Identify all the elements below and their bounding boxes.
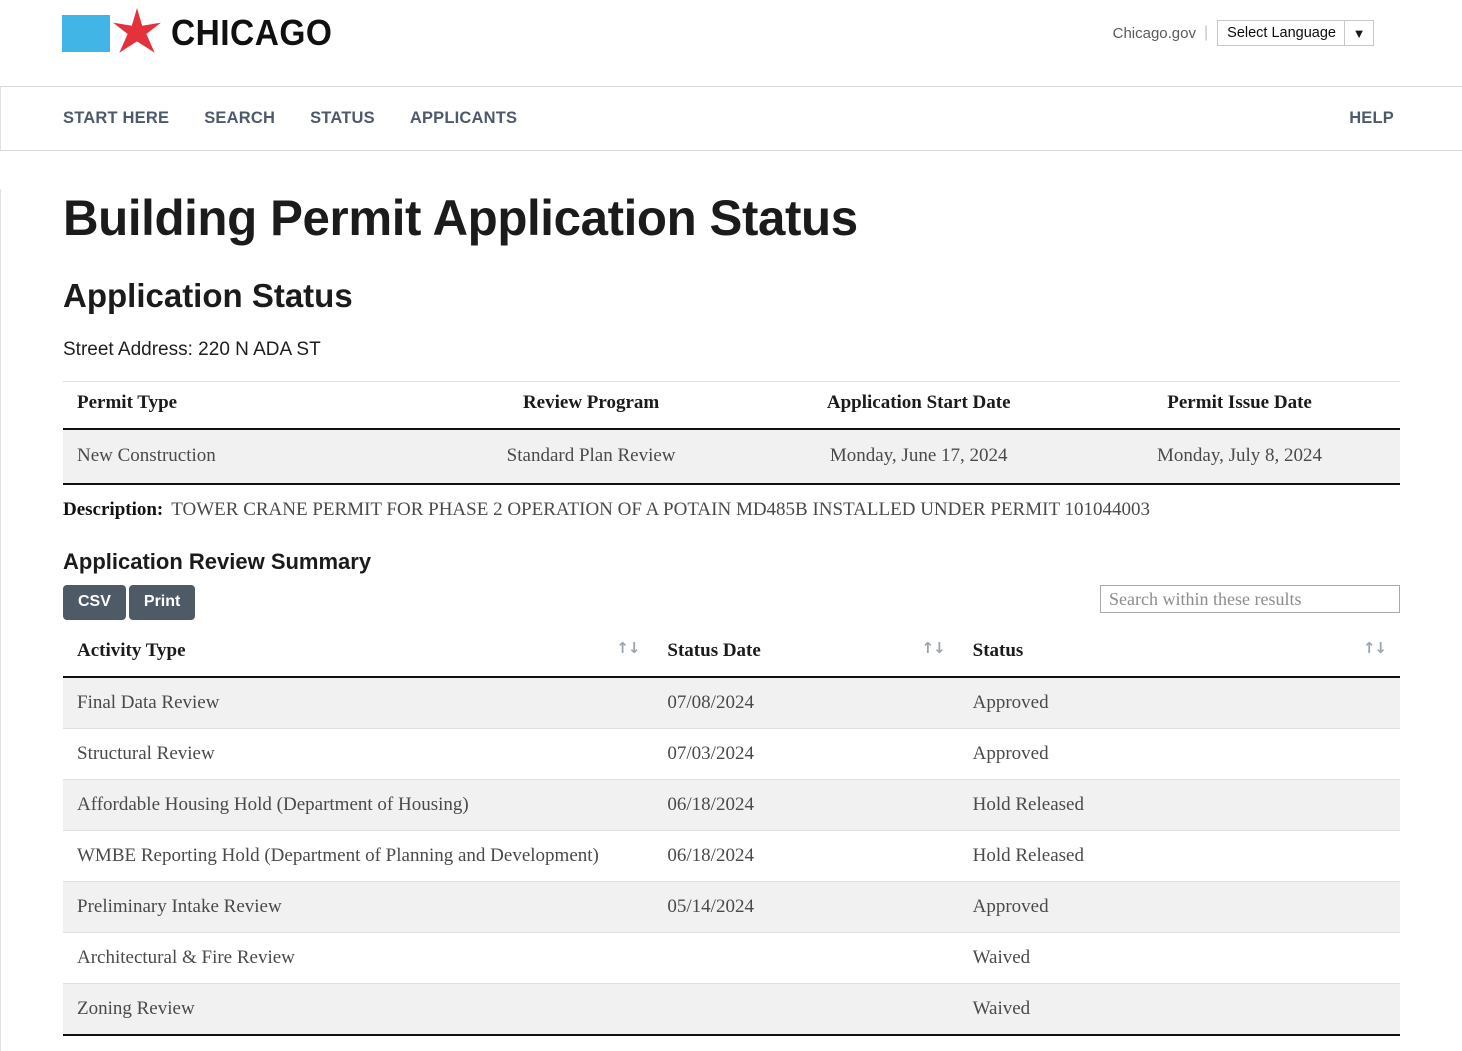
activity-table-header-row: Activity Type ↑↓ Status Date ↑↓ Status ↑… bbox=[63, 632, 1400, 678]
main-content: Building Permit Application Status Appli… bbox=[0, 189, 1462, 1051]
nav-item-search[interactable]: SEARCH bbox=[204, 109, 275, 128]
activity-header-status-date[interactable]: Status Date ↑↓ bbox=[653, 632, 959, 678]
activity-cell-status: Waived bbox=[958, 983, 1400, 1036]
sort-arrows-icon[interactable]: ↑↓ bbox=[616, 639, 640, 657]
activity-cell-type: Affordable Housing Hold (Department of H… bbox=[63, 779, 654, 831]
activity-cell-date: 06/18/2024 bbox=[653, 779, 959, 831]
activity-cell-type: Zoning Review bbox=[63, 983, 654, 1036]
table-row: Structural Review 07/03/2024 Approved bbox=[63, 728, 1400, 780]
activity-cell-date: 06/18/2024 bbox=[653, 830, 959, 882]
sort-arrows-icon[interactable]: ↑↓ bbox=[1363, 639, 1387, 657]
permit-cell-review-program: Standard Plan Review bbox=[423, 429, 759, 485]
table-toolbar: CSV Print bbox=[63, 585, 1400, 620]
activity-cell-date bbox=[653, 983, 959, 1036]
nav-item-help[interactable]: HELP bbox=[1349, 109, 1400, 128]
activity-header-status-date-label: Status Date bbox=[667, 640, 761, 661]
table-row: Affordable Housing Hold (Department of H… bbox=[63, 779, 1400, 831]
permit-summary-table: Permit Type Review Program Application S… bbox=[63, 381, 1400, 485]
description-text: TOWER CRANE PERMIT FOR PHASE 2 OPERATION… bbox=[171, 499, 1150, 520]
page-title: Building Permit Application Status bbox=[63, 190, 858, 246]
application-review-summary-table: Activity Type ↑↓ Status Date ↑↓ Status ↑… bbox=[63, 632, 1400, 1036]
activity-cell-date bbox=[653, 932, 959, 984]
sort-arrows-icon[interactable]: ↑↓ bbox=[921, 639, 945, 657]
header-utility-area: Chicago.gov | Select Language ▼ bbox=[1113, 0, 1462, 46]
permit-header-permit-issue-date: Permit Issue Date bbox=[1079, 381, 1400, 430]
activity-header-activity-type-label: Activity Type bbox=[77, 640, 186, 661]
chicago-flag-blue-bar-icon bbox=[62, 14, 110, 52]
table-row: Zoning Review Waived bbox=[63, 983, 1400, 1036]
table-row: Preliminary Intake Review 05/14/2024 App… bbox=[63, 881, 1400, 933]
activity-header-activity-type[interactable]: Activity Type ↑↓ bbox=[63, 632, 654, 678]
activity-cell-status: Approved bbox=[958, 728, 1400, 780]
activity-cell-date: 07/08/2024 bbox=[653, 677, 959, 729]
permit-cell-permit-issue-date: Monday, July 8, 2024 bbox=[1079, 429, 1400, 485]
table-row: WMBE Reporting Hold (Department of Plann… bbox=[63, 830, 1400, 882]
search-input[interactable] bbox=[1100, 585, 1400, 613]
street-address: Street Address: 220 N ADA ST bbox=[63, 339, 321, 360]
nav-item-status[interactable]: STATUS bbox=[310, 109, 375, 128]
permit-description: Description: TOWER CRANE PERMIT FOR PHASE… bbox=[63, 499, 1400, 521]
chicago-gov-link[interactable]: Chicago.gov bbox=[1113, 25, 1196, 42]
table-row: New Construction Standard Plan Review Mo… bbox=[63, 429, 1400, 485]
header-separator: | bbox=[1204, 24, 1209, 41]
activity-cell-type: Structural Review bbox=[63, 728, 654, 780]
activity-header-status[interactable]: Status ↑↓ bbox=[958, 632, 1400, 678]
activity-cell-type: WMBE Reporting Hold (Department of Plann… bbox=[63, 830, 654, 882]
activity-cell-type: Final Data Review bbox=[63, 677, 654, 729]
activity-cell-type: Preliminary Intake Review bbox=[63, 881, 654, 933]
activity-cell-date: 05/14/2024 bbox=[653, 881, 959, 933]
activity-cell-date: 07/03/2024 bbox=[653, 728, 959, 780]
brand-logo[interactable]: CHICAGO bbox=[0, 0, 345, 61]
activity-cell-status: Hold Released bbox=[958, 779, 1400, 831]
chevron-down-icon[interactable]: ▼ bbox=[1345, 21, 1373, 45]
language-selector[interactable]: Select Language ▼ bbox=[1217, 20, 1374, 46]
description-label: Description: bbox=[63, 499, 164, 520]
table-row: Final Data Review 07/08/2024 Approved bbox=[63, 677, 1400, 729]
activity-cell-status: Approved bbox=[958, 677, 1400, 729]
review-summary-title: Application Review Summary bbox=[63, 549, 372, 574]
permit-header-permit-type: Permit Type bbox=[63, 381, 424, 430]
activity-cell-status: Hold Released bbox=[958, 830, 1400, 882]
section-title: Application Status bbox=[63, 277, 353, 314]
language-selector-label: Select Language bbox=[1227, 25, 1336, 41]
nav-item-applicants[interactable]: APPLICANTS bbox=[410, 109, 517, 128]
activity-cell-status: Waived bbox=[958, 932, 1400, 984]
permit-cell-application-start-date: Monday, June 17, 2024 bbox=[758, 429, 1080, 485]
permit-header-review-program: Review Program bbox=[423, 381, 759, 430]
site-header: CHICAGO Chicago.gov | Select Language ▼ bbox=[0, 0, 1462, 87]
activity-cell-type: Architectural & Fire Review bbox=[63, 932, 654, 984]
chicago-six-point-star-icon bbox=[111, 7, 163, 59]
permit-header-application-start-date: Application Start Date bbox=[758, 381, 1080, 430]
chicago-wordmark: CHICAGO bbox=[171, 12, 333, 53]
table-row: Architectural & Fire Review Waived bbox=[63, 932, 1400, 984]
permit-cell-permit-type: New Construction bbox=[63, 429, 424, 485]
activity-header-status-label: Status bbox=[972, 640, 1024, 661]
nav-items-group: START HERE SEARCH STATUS APPLICANTS bbox=[63, 109, 517, 128]
permit-table-header-row: Permit Type Review Program Application S… bbox=[63, 381, 1400, 430]
csv-export-button[interactable]: CSV bbox=[63, 585, 126, 620]
primary-navigation: START HERE SEARCH STATUS APPLICANTS HELP bbox=[0, 87, 1462, 151]
print-button[interactable]: Print bbox=[128, 585, 196, 620]
nav-item-start-here[interactable]: START HERE bbox=[63, 109, 169, 128]
export-button-group: CSV Print bbox=[63, 585, 196, 620]
activity-cell-status: Approved bbox=[958, 881, 1400, 933]
activity-table-body: Final Data Review 07/08/2024 Approved St… bbox=[63, 677, 1400, 1036]
